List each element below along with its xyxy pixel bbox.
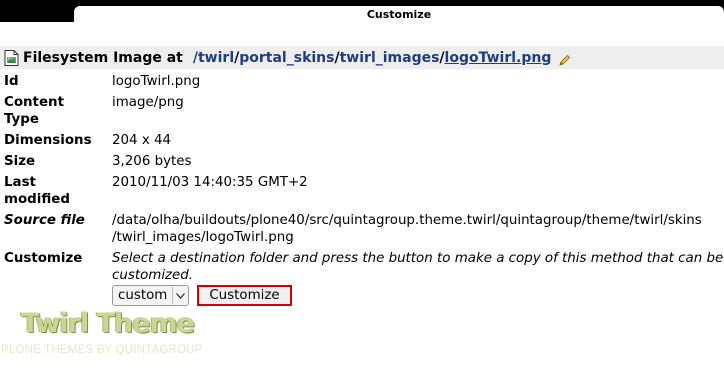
customize-instruction: Select a destination folder and press th…	[112, 251, 724, 283]
breadcrumb-link-logotwirl[interactable]: logoTwirl.png	[445, 50, 552, 66]
pencil-edit-icon[interactable]	[559, 54, 571, 66]
logo-subtitle: PLONE THEMES BY QUINTAGROUP	[1, 344, 203, 356]
last-modified-label: Last modified	[4, 175, 70, 207]
row-size: Size 3,206 bytes	[0, 151, 724, 172]
dimensions-value: 204 x 44	[112, 133, 172, 148]
customize-label: Customize	[4, 251, 83, 266]
breadcrumb-link-twirl-images[interactable]: twirl_images	[340, 50, 440, 66]
id-value: logoTwirl.png	[112, 74, 201, 89]
properties-table: Id logoTwirl.png Content Type image/png D…	[0, 71, 724, 308]
tab-customize[interactable]: Customize	[74, 6, 724, 28]
title-label: Filesystem Image at	[23, 49, 183, 66]
customize-controls: custom Customize	[112, 285, 724, 306]
row-content-type: Content Type image/png	[0, 92, 724, 130]
customize-panel: Select a destination folder and press th…	[112, 248, 724, 308]
content-type-value: image/png	[112, 95, 184, 110]
row-customize: Customize Select a destination folder an…	[0, 248, 724, 308]
dimensions-label: Dimensions	[4, 133, 92, 148]
folder-select[interactable]: custom	[112, 285, 190, 306]
source-file-value: /data/olha/buildouts/plone40/src/quintag…	[112, 213, 702, 245]
last-modified-value: 2010/11/03 14:40:35 GMT+2	[112, 175, 308, 190]
row-id: Id logoTwirl.png	[0, 71, 724, 92]
row-last-modified: Last modified 2010/11/03 14:40:35 GMT+2	[0, 172, 724, 210]
size-label: Size	[4, 154, 36, 169]
source-file-label: Source file	[4, 213, 85, 228]
page-title: Filesystem Image at /twirl/portal_skins/…	[0, 46, 724, 69]
chevron-down-icon	[172, 287, 188, 304]
customize-button[interactable]: Customize	[197, 285, 292, 306]
id-label: Id	[4, 74, 19, 89]
row-source-file: Source file /data/olha/buildouts/plone40…	[0, 210, 724, 248]
size-value: 3,206 bytes	[112, 154, 192, 169]
breadcrumb-link-twirl[interactable]: /twirl	[193, 50, 234, 66]
twirl-theme-logo: Twirl Theme	[21, 308, 195, 339]
breadcrumb: /twirl/portal_skins/twirl_images/logoTwi…	[193, 50, 552, 66]
folder-select-value: custom	[118, 288, 168, 303]
breadcrumb-link-portal-skins[interactable]: portal_skins	[239, 50, 334, 66]
row-dimensions: Dimensions 204 x 44	[0, 130, 724, 151]
content-type-label: Content Type	[4, 95, 64, 127]
image-file-icon	[4, 49, 19, 66]
